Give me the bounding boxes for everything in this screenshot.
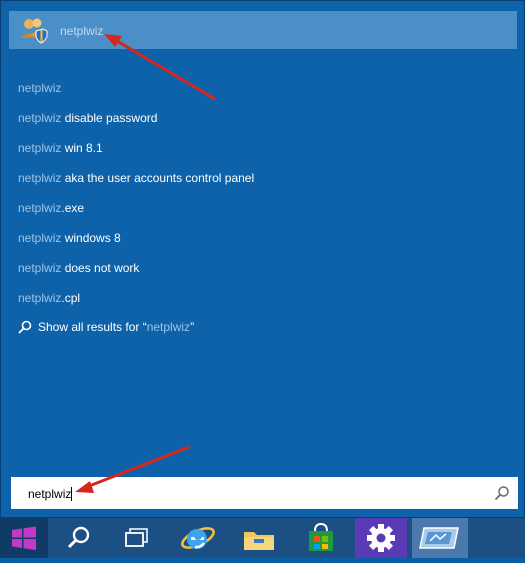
suggestion-query: netplwiz [18, 291, 62, 305]
text-caret [71, 487, 73, 501]
search-input[interactable]: netplwiz [11, 477, 518, 509]
start-button[interactable] [0, 518, 48, 558]
top-result-netplwiz[interactable]: netplwiz [9, 11, 517, 49]
suggestion-query: netplwiz [18, 261, 62, 275]
suggestion-rest: aka the user accounts control panel [61, 171, 255, 185]
suggestion-item[interactable]: netplwiz [18, 81, 61, 95]
suggestion-query: netplwiz [18, 171, 62, 185]
show-all-results-link[interactable]: Show all results for “netplwiz” [18, 320, 194, 334]
suggestion-item[interactable]: netplwiz.exe [18, 201, 84, 215]
suggestion-query: netplwiz [18, 141, 62, 155]
suggestion-query: netplwiz [18, 231, 62, 245]
suggestion-item[interactable]: netplwiz disable password [18, 111, 157, 125]
search-input-text: netplwiz [28, 487, 73, 501]
suggestion-rest: .cpl [61, 291, 81, 305]
suggestion-rest: does not work [61, 261, 140, 275]
user-accounts-icon [21, 18, 48, 44]
show-all-prefix: Show all results for “ [38, 320, 147, 334]
suggestion-rest: win 8.1 [61, 141, 103, 155]
suggestion-item[interactable]: netplwiz aka the user accounts control p… [18, 171, 254, 185]
task-view-icon [125, 528, 148, 547]
search-results-panel: netplwiz netplwiz netplwiz disable passw… [0, 0, 525, 518]
search-button[interactable] [55, 518, 103, 558]
suggestion-item[interactable]: netplwiz win 8.1 [18, 141, 103, 155]
internet-explorer-icon [181, 527, 215, 549]
windows-logo-icon [12, 526, 36, 550]
settings-button[interactable] [355, 518, 407, 558]
suggestion-rest: .exe [61, 201, 85, 215]
suggestion-item[interactable]: netplwiz windows 8 [18, 231, 121, 245]
taskbar [0, 518, 525, 558]
remote-desktop-icon [419, 527, 459, 549]
suggestion-query: netplwiz [18, 111, 62, 125]
search-icon [18, 320, 32, 334]
search-icon[interactable] [494, 485, 510, 501]
suggestion-item[interactable]: netplwiz does not work [18, 261, 139, 275]
suggestion-item[interactable]: netplwiz.cpl [18, 291, 80, 305]
store-icon [309, 522, 333, 551]
remote-desktop-button[interactable] [412, 518, 468, 558]
show-all-query: netplwiz [146, 320, 191, 334]
suggestion-rest: disable password [61, 111, 158, 125]
store-button[interactable] [297, 518, 345, 558]
suggestion-rest: windows 8 [61, 231, 121, 245]
internet-explorer-button[interactable] [173, 518, 221, 558]
show-all-suffix: ” [190, 320, 195, 334]
search-input-value: netplwiz [28, 487, 72, 501]
top-result-label: netplwiz [60, 24, 104, 38]
search-icon [67, 526, 90, 549]
gear-icon [367, 524, 395, 552]
task-view-button[interactable] [111, 518, 159, 558]
folder-icon [244, 532, 274, 550]
suggestion-query: netplwiz [18, 81, 62, 95]
file-explorer-button[interactable] [235, 518, 283, 558]
suggestion-query: netplwiz [18, 201, 62, 215]
